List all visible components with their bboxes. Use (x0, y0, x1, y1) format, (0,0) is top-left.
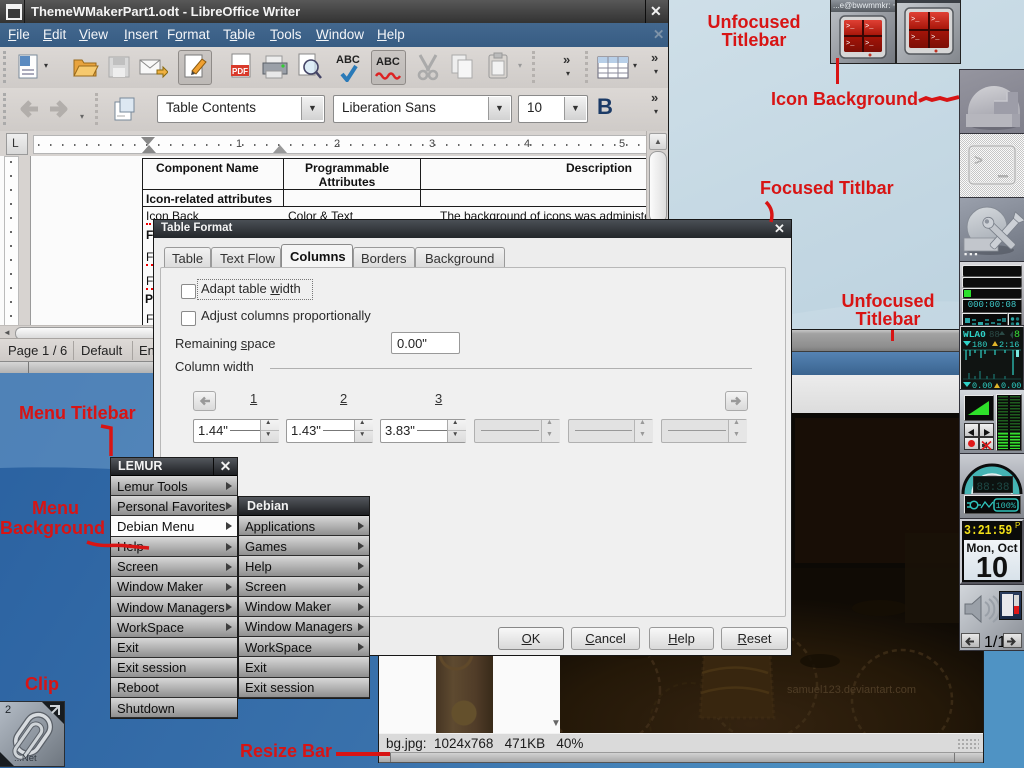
svg-text:0.00: 0.00 (972, 381, 992, 389)
svg-text:samuel123.deviantart.com: samuel123.deviantart.com (787, 684, 916, 696)
svg-text:ABC: ABC (376, 56, 400, 68)
svg-text:>_: >_ (911, 16, 920, 24)
svg-text:PDF: PDF (232, 67, 248, 76)
svg-text:>_: >_ (911, 34, 920, 42)
svg-text:>_: >_ (931, 16, 940, 24)
svg-text:ABC: ABC (336, 54, 360, 66)
svg-text:>_: >_ (846, 40, 855, 48)
svg-text:>_: >_ (865, 40, 874, 48)
svg-text:2:16: 2:16 (999, 340, 1019, 350)
svg-text:180: 180 (972, 340, 987, 350)
svg-text:>_: >_ (865, 23, 874, 31)
svg-text:WLA0: WLA0 (963, 329, 986, 340)
svg-text:>_: >_ (931, 34, 940, 42)
svg-text:100%: 100% (996, 501, 1017, 511)
svg-text:88: 88 (989, 330, 1000, 340)
svg-text:>_: >_ (846, 23, 855, 31)
svg-text:0.00: 0.00 (1001, 381, 1021, 389)
svg-text:>: > (974, 153, 983, 170)
